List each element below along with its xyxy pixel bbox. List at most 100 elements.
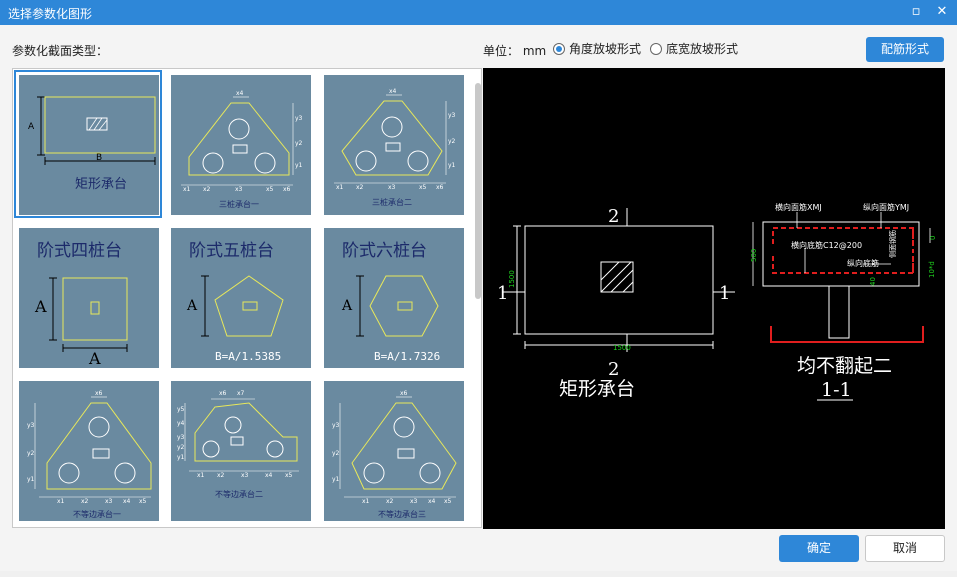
svg-text:x1: x1 [362, 498, 370, 505]
shape-unequal-cap-1[interactable]: x6 y3 y2 y1 x1 x2 x3 x4 x5 不等边承台一 [14, 376, 162, 524]
shape-three-pile-cap-1[interactable]: x4 y3 y2 y1 x1 x2 x3 x5 x6 三桩承台一 [166, 70, 314, 218]
svg-text:A: A [186, 298, 198, 314]
shape-step-five-pile[interactable]: 阶式五桩台 A B=A/1.5385 [166, 223, 314, 371]
shape-thumbnail: x6 y3 y2 y1 x1 x2 x3 x4 x5 不等边承台一 [19, 381, 159, 521]
svg-text:x1: x1 [336, 184, 344, 191]
svg-text:x7: x7 [237, 390, 245, 397]
shape-thumbnail: 阶式六桩台 A B=A/1.7326 [324, 228, 464, 368]
svg-text:x1: x1 [197, 472, 205, 479]
preview-canvas: 2 2 1 1 1500 1500 矩形承台 横向面筋XMJ 纵向面筋YMJ 横… [483, 68, 945, 529]
shape-label: 三桩承台一 [219, 199, 259, 209]
svg-text:y1: y1 [448, 162, 456, 169]
svg-text:x5: x5 [419, 184, 427, 191]
shape-label: 不等边承台三 [378, 509, 426, 519]
svg-text:A: A [88, 349, 101, 368]
rect-cap-drawing: A B 矩形承台 [28, 96, 156, 192]
rebar-form-button[interactable]: 配筋形式 [866, 37, 944, 62]
svg-text:A: A [34, 297, 47, 316]
maximize-icon[interactable]: ▫ [908, 4, 924, 20]
svg-text:y1: y1 [27, 476, 35, 483]
svg-text:x5: x5 [285, 472, 293, 479]
shape-label: 阶式四桩台 [37, 241, 122, 261]
dim-z: 0 [929, 236, 937, 240]
dim-width: 1500 [613, 344, 631, 352]
shape-label: 阶式五桩台 [189, 241, 274, 261]
window-title: 选择参数化图形 [8, 7, 93, 21]
shape-label: 三桩承台二 [372, 197, 412, 207]
svg-text:y3: y3 [448, 112, 456, 119]
svg-text:x2: x2 [81, 498, 89, 505]
svg-text:x6: x6 [95, 390, 103, 397]
left-mark: 1 [497, 283, 508, 304]
radio-width-slope[interactable]: 底宽放坡形式 [650, 40, 738, 57]
cancel-button[interactable]: 取消 [865, 535, 945, 562]
shape-three-pile-cap-2[interactable]: x4 y3 y2 y1 x1 x2 x3 x5 x6 三桩承台二 [319, 70, 467, 218]
radio-angle-slope[interactable]: 角度放坡形式 [553, 40, 641, 57]
ok-button[interactable]: 确定 [779, 535, 859, 562]
label-bottom-v: 纵向底筋 [847, 258, 879, 268]
unit-label: 单位： mm [483, 44, 547, 58]
shape-thumbnail: x6 x7 y5 y4 y3 y2 y1 x1 x2 x3 x4 x5 不等边承台二 [171, 381, 311, 521]
svg-text:x6: x6 [436, 184, 444, 191]
svg-text:y3: y3 [27, 422, 35, 429]
svg-text:x3: x3 [235, 186, 243, 193]
unit-value: mm [522, 44, 547, 58]
plan-label: 矩形承台 [559, 378, 635, 400]
svg-text:x1: x1 [57, 498, 65, 505]
shape-thumbnail: 阶式四桩台 A A [19, 228, 159, 368]
svg-text:x4: x4 [389, 88, 397, 95]
shape-unequal-cap-3[interactable]: x6 y3 y2 y1 x1 x2 x3 x4 x5 不等边承台三 [319, 376, 467, 524]
svg-text:x2: x2 [386, 498, 394, 505]
svg-text:x6: x6 [400, 390, 408, 397]
close-icon[interactable]: ✕ [934, 4, 950, 20]
svg-text:y3: y3 [332, 422, 340, 429]
svg-text:y2: y2 [177, 444, 185, 451]
svg-text:x4: x4 [236, 90, 244, 97]
right-mark: 1 [719, 283, 730, 304]
svg-text:x5: x5 [266, 186, 274, 193]
dim-side: 10*d [928, 261, 936, 278]
svg-text:x3: x3 [241, 472, 249, 479]
shape-rect-cap[interactable]: A B 矩形承台 [14, 70, 162, 218]
radio-checked-icon [553, 42, 565, 55]
label-top-v: 纵向面筋YMJ [863, 202, 909, 212]
svg-text:x5: x5 [444, 498, 452, 505]
preview-drawing: 2 2 1 1 1500 1500 矩形承台 横向面筋XMJ 纵向面筋YMJ 横… [497, 202, 937, 401]
svg-text:x6: x6 [219, 390, 227, 397]
svg-text:x2: x2 [203, 186, 211, 193]
dim-b-label: B [96, 153, 102, 163]
radio-unchecked-icon [650, 42, 662, 55]
svg-text:x2: x2 [217, 472, 225, 479]
svg-text:B=A/1.5385: B=A/1.5385 [215, 350, 281, 363]
svg-text:B=A/1.7326: B=A/1.7326 [374, 350, 440, 363]
shape-thumbnail: A B 矩形承台 [19, 75, 159, 215]
title-bar: 选择参数化图形 ▫ ✕ [0, 0, 957, 25]
section-caption: 均不翻起二 [797, 355, 892, 377]
dim-small: 40 [869, 277, 877, 286]
section-mark-bottom: 2 [608, 359, 619, 380]
svg-text:x4: x4 [265, 472, 273, 479]
shape-label: 不等边承台一 [73, 509, 121, 519]
svg-text:y2: y2 [27, 450, 35, 457]
svg-text:A: A [341, 298, 353, 314]
section-type-label: 参数化截面类型： [12, 44, 109, 58]
vertical-scrollbar-thumb[interactable] [475, 83, 481, 299]
shape-step-six-pile[interactable]: 阶式六桩台 A B=A/1.7326 [319, 223, 467, 371]
svg-text:x4: x4 [428, 498, 436, 505]
section-name: 1-1 [821, 379, 852, 401]
svg-text:x6: x6 [283, 186, 291, 193]
dim-a-label: A [28, 122, 35, 132]
svg-text:y3: y3 [177, 434, 185, 441]
svg-text:y5: y5 [177, 406, 185, 413]
svg-text:x4: x4 [123, 498, 131, 505]
shape-unequal-cap-2[interactable]: x6 x7 y5 y4 y3 y2 y1 x1 x2 x3 x4 x5 不等边承台二 [166, 376, 314, 524]
svg-text:y2: y2 [332, 450, 340, 457]
svg-text:y2: y2 [295, 140, 303, 147]
svg-text:y1: y1 [295, 162, 303, 169]
shape-label: 阶式六桩台 [342, 241, 427, 261]
shape-step-four-pile[interactable]: 阶式四桩台 A A [14, 223, 162, 371]
shape-grid: A B 矩形承台 x4 y3 y2 y1 x1 x2 x3 x5 x6 三桩承台一 [12, 68, 482, 528]
svg-text:x3: x3 [388, 184, 396, 191]
label-side: 侧面钢筋 [888, 230, 897, 258]
svg-text:x2: x2 [356, 184, 364, 191]
